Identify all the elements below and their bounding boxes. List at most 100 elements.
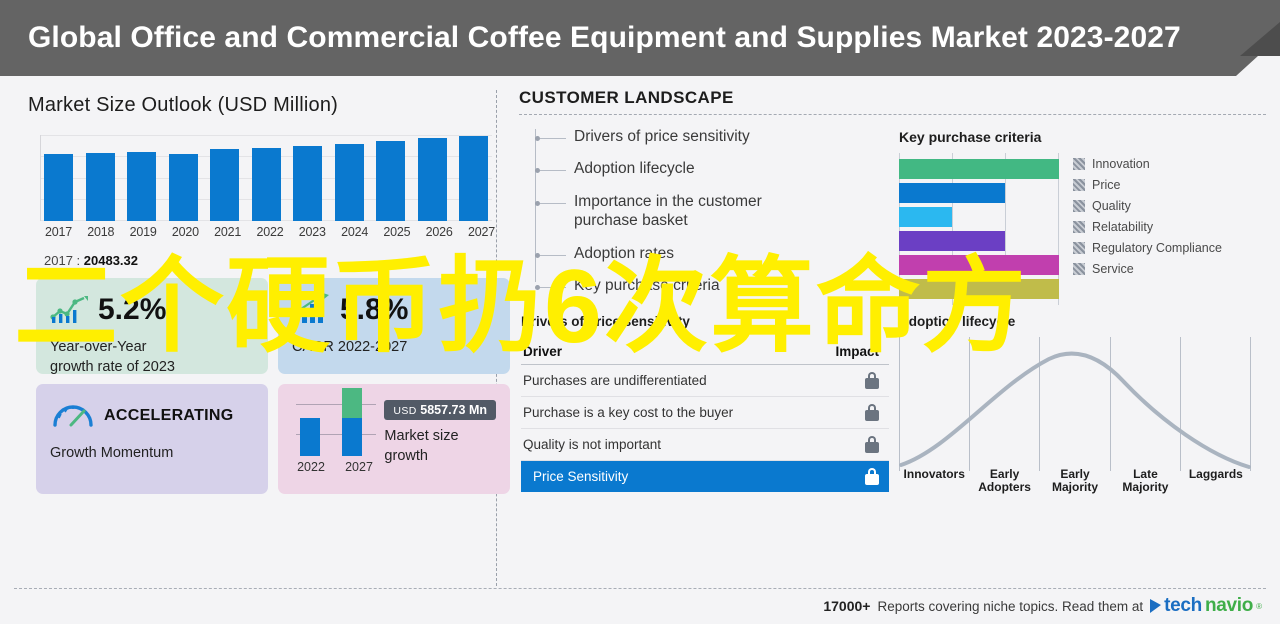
x-label: 2023 [298,225,327,239]
cagr-subtitle: CAGR 2022-2027 [292,338,496,358]
usd-badge-value: 5857.73 Mn [420,403,487,417]
kpc-bar-quality [899,207,952,227]
momentum-value: ACCELERATING [104,407,234,425]
yoy-subtitle: Year-over-Yeargrowth rate of 2023 [50,338,254,377]
adoption-segment-labels: Innovators EarlyAdopters EarlyMajority L… [899,468,1251,496]
key-purchase-criteria-chart: Key purchase criteria [893,121,1253,308]
adoption-lifecycle-chart: Adoption lifecycle Innovators [893,314,1253,495]
kpc-title: Key purchase criteria [899,129,1253,145]
legend-label: Innovation [1092,157,1150,171]
logo-text-secondary: navio [1205,595,1253,617]
list-item[interactable]: Adoption rates [529,244,893,263]
x-label: 2022 [255,225,284,239]
list-item-label: Adoption lifecycle [566,159,695,178]
kpc-bar-relatability [899,231,1005,251]
market-size-panel: Market Size Outlook (USD Million) [14,84,496,588]
market-size-bar-chart [40,135,492,221]
bar-2027 [459,136,488,221]
bar-2026 [418,138,447,221]
bar-2024 [335,144,364,221]
bar-2022 [252,148,281,221]
x-label: 2024 [340,225,369,239]
page-header: Global Office and Commercial Coffee Equi… [0,0,1280,76]
cagr-value: 5.8% [340,295,408,325]
drivers-section: Drivers of price sensitivity Driver Impa… [511,314,893,495]
table-row-highlighted[interactable]: Price Sensitivity [521,461,889,492]
logo-text-primary: tech [1164,595,1202,617]
connector-line [540,138,566,139]
growth-line-chart-icon [50,293,90,328]
x-label: 2021 [213,225,242,239]
x-label: 2025 [382,225,411,239]
segment-label: EarlyAdopters [969,468,1039,496]
bar-2017 [44,154,73,221]
bar-2019 [127,152,156,221]
stat-cards: 5.2% Year-over-Yeargrowth rate of 2023 [36,278,486,494]
chart-x-axis-labels: 2017 2018 2019 2020 2021 2022 2023 2024 … [44,225,496,239]
page-title: Global Office and Commercial Coffee Equi… [0,21,1181,55]
x-label: 2020 [171,225,200,239]
x-label: 2017 [44,225,73,239]
footer-text: Reports covering niche topics. Read them… [877,599,1143,614]
chart-bars [44,135,488,221]
list-item[interactable]: Drivers of price sensitivity [529,127,893,146]
stat-card-yoy: 5.2% Year-over-Yeargrowth rate of 2023 [36,278,268,374]
legend-label: Price [1092,178,1120,192]
mini-year-label: 2022 [294,460,328,474]
bar-2021 [210,149,239,221]
kpc-bar-service [899,279,1059,299]
list-item-label: Key purchase criteria [566,276,720,295]
legend-swatch-icon [1073,179,1085,191]
drivers-title: Drivers of price sensitivity [521,314,893,329]
table-row[interactable]: Quality is not important [521,429,889,461]
list-item[interactable]: Adoption lifecycle [529,159,893,178]
lock-icon [865,436,879,453]
yoy-value: 5.2% [98,295,166,325]
legend-swatch-icon [1073,242,1085,254]
mini-bar-2022 [300,418,320,456]
stat-card-cagr: 5.8% CAGR 2022-2027 [278,278,510,374]
segment-label: Innovators [899,468,969,496]
technavio-logo[interactable]: technavio® [1150,595,1262,617]
legend-swatch-icon [1073,200,1085,212]
list-item-label: Drivers of price sensitivity [566,127,750,146]
legend-item: Innovation [1073,157,1222,171]
segment-label: Laggards [1181,468,1251,496]
customer-landscape-title: CUSTOMER LANDSCAPE [511,84,1266,114]
title-rule [519,114,1266,115]
technavio-mark-icon [1150,599,1161,613]
datum-value: 20483.32 [84,253,138,268]
drivers-table: Driver Impact Purchases are undifferenti… [521,337,889,492]
kpc-legend: Innovation Price Quality [1073,153,1222,305]
driver-label: Purchase is a key cost to the buyer [523,405,733,420]
legend-swatch-icon [1073,263,1085,275]
chart-y-axis [40,135,41,221]
table-row[interactable]: Purchase is a key cost to the buyer [521,397,889,429]
legend-label: Service [1092,262,1134,276]
usd-badge: USD 5857.73 Mn [384,400,496,420]
list-item-label: Adoption rates [566,244,674,263]
x-label: 2018 [86,225,115,239]
connector-line [540,203,566,204]
infographic-page: Global Office and Commercial Coffee Equi… [0,0,1280,624]
lock-icon [865,404,879,421]
datum-callout: 2017 : 20483.32 [44,253,486,268]
legend-item: Price [1073,178,1222,192]
list-item[interactable]: Importance in the customerpurchase baske… [529,192,893,231]
table-header-row: Driver Impact [521,337,889,365]
legend-swatch-icon [1073,221,1085,233]
report-count: 17000+ [823,598,870,614]
legend-label: Relatability [1092,220,1153,234]
mini-bar-2027 [342,388,362,456]
x-label: 2019 [129,225,158,239]
connector-line [540,170,566,171]
legend-swatch-icon [1073,158,1085,170]
x-label: 2026 [425,225,454,239]
kpc-bar-price [899,183,1005,203]
table-row[interactable]: Purchases are undifferentiated [521,365,889,397]
driver-label: Purchases are undifferentiated [523,373,707,388]
list-item[interactable]: Key purchase criteria [529,276,893,295]
legend-item: Service [1073,262,1222,276]
kpc-bar-innovation [899,159,1059,179]
kpc-bars [899,153,1059,305]
